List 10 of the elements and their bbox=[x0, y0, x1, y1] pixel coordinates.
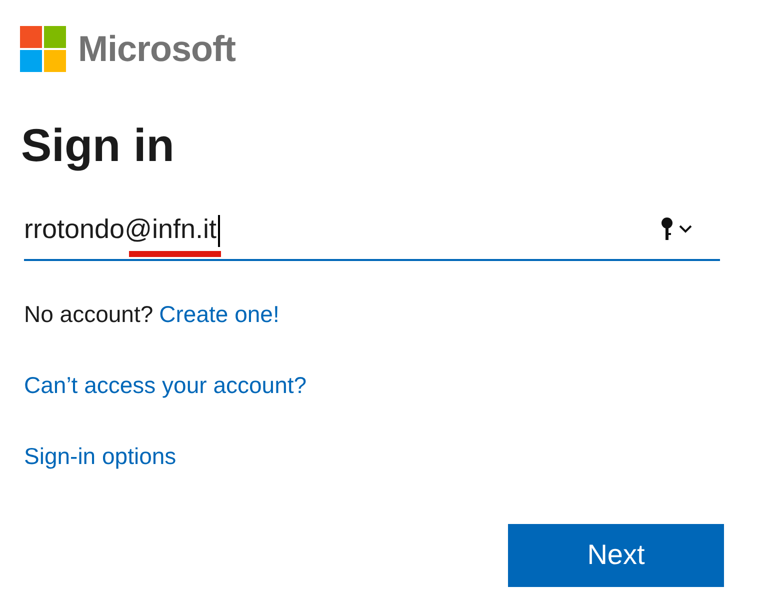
create-account-link[interactable]: Create one! bbox=[159, 300, 280, 328]
help-link[interactable]: Can’t access your account? bbox=[24, 372, 307, 399]
key-dropdown-icon[interactable] bbox=[660, 216, 694, 242]
email-field[interactable]: rrotondo@infn.it bbox=[24, 212, 720, 261]
help-link[interactable]: Sign-in options bbox=[24, 442, 176, 470]
logo-wordmark: Microsoft bbox=[78, 28, 236, 70]
text-cursor bbox=[218, 214, 220, 247]
next-button[interactable]: Next bbox=[508, 524, 724, 587]
microsoft-logo-icon bbox=[20, 26, 66, 72]
no-account-text: No account? bbox=[24, 300, 154, 328]
